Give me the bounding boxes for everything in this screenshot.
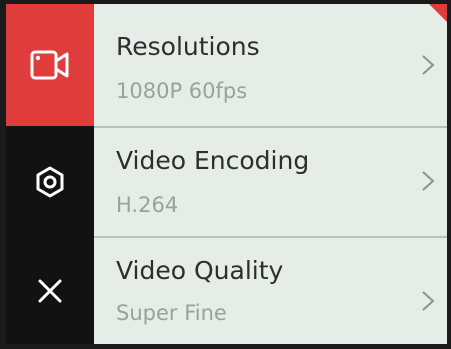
settings-list: Resolutions 1080P 60fps Video Encoding H… (94, 4, 447, 344)
video-mode-button[interactable] (6, 4, 94, 126)
menu-item-video-encoding[interactable]: Video Encoding H.264 (94, 128, 447, 238)
close-button[interactable] (6, 238, 94, 344)
menu-item-title: Video Quality (116, 256, 284, 285)
chevron-right-icon (422, 55, 435, 75)
menu-item-title: Resolutions (116, 32, 260, 61)
menu-item-value: H.264 (116, 193, 179, 217)
menu-item-video-quality[interactable]: Video Quality Super Fine (94, 238, 447, 344)
menu-item-value: Super Fine (116, 301, 227, 325)
menu-item-value: 1080P 60fps (116, 79, 248, 103)
sidebar (6, 4, 94, 344)
settings-button[interactable] (6, 126, 94, 238)
chevron-right-icon (422, 291, 435, 311)
camera-screen: Resolutions 1080P 60fps Video Encoding H… (6, 4, 447, 344)
close-icon (38, 279, 62, 303)
menu-item-title: Video Encoding (116, 146, 310, 175)
menu-item-resolutions[interactable]: Resolutions 1080P 60fps (94, 4, 447, 128)
settings-hexagon-icon (36, 166, 64, 198)
chevron-right-icon (422, 171, 435, 191)
video-camera-icon (30, 50, 69, 80)
